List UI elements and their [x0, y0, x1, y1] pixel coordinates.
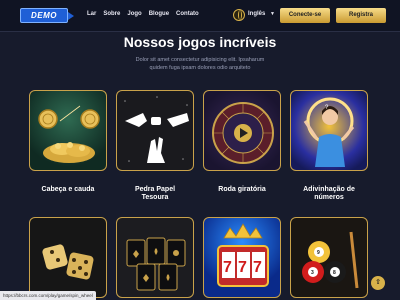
- section-subtitle: Dolor sit amet consectetur adipisicing e…: [110, 57, 290, 72]
- slot-777-icon: 777: [217, 223, 269, 287]
- svg-text:7: 7: [238, 259, 247, 276]
- connect-button[interactable]: Conecte-se: [280, 8, 330, 23]
- game-card-number-guessing[interactable]: ?: [290, 90, 368, 171]
- svg-text:7: 7: [223, 259, 232, 276]
- game-card-slot-777[interactable]: 777: [203, 217, 281, 298]
- hands-icon: [124, 96, 189, 163]
- game-label[interactable]: Adivinhação de números: [286, 186, 372, 202]
- main-nav: Lar Sobre Jogo Blogue Contato: [87, 11, 199, 17]
- svg-text:8: 8: [333, 270, 336, 276]
- coins-icon: [38, 105, 100, 163]
- nav-item-blog[interactable]: Blogue: [149, 11, 169, 17]
- game-card-dice[interactable]: [29, 217, 107, 298]
- top-header: DEMO Lar Sobre Jogo Blogue Contato Inglê…: [0, 0, 400, 32]
- svg-text:3: 3: [311, 270, 314, 276]
- game-label-line: Pedra Papel: [134, 186, 176, 193]
- subtitle-line: Dolor sit amet consectetur adipisicing e…: [135, 57, 265, 63]
- game-card-playing-cards[interactable]: [116, 217, 194, 298]
- status-bar-url: https://bbcrs.com.com/play/game/spin_whe…: [0, 291, 96, 300]
- game-card-heads-tails[interactable]: [29, 90, 107, 171]
- section-title: Nossos jogos incríveis: [123, 34, 277, 50]
- svg-text:9: 9: [317, 250, 320, 256]
- chevron-down-icon[interactable]: ▼: [270, 11, 275, 17]
- globe-icon[interactable]: [233, 9, 245, 21]
- nav-item-contact[interactable]: Contato: [176, 11, 199, 17]
- language-select[interactable]: Inglês: [248, 11, 265, 17]
- cards-icon: [126, 237, 186, 291]
- game-card-billiards[interactable]: 9 3 8: [290, 217, 368, 298]
- nav-item-game[interactable]: Jogo: [127, 11, 141, 17]
- nav-item-about[interactable]: Sobre: [103, 11, 120, 17]
- site-logo[interactable]: DEMO: [20, 8, 74, 23]
- register-button[interactable]: Registra: [336, 8, 386, 23]
- game-label-line: números: [314, 194, 344, 201]
- game-label[interactable]: Cabeça e cauda: [25, 186, 111, 194]
- game-card-rock-paper-scissors[interactable]: [116, 90, 194, 171]
- game-label-line: Adivinhação de: [303, 186, 355, 193]
- wheel-icon: [212, 102, 274, 164]
- game-label[interactable]: Roda giratória: [199, 186, 285, 194]
- billiard-icon: 9 3 8: [302, 231, 359, 289]
- game-label-line: Tesoura: [141, 194, 169, 201]
- svg-text:7: 7: [253, 259, 262, 276]
- person-icon: ?: [303, 97, 355, 167]
- game-card-spin-wheel[interactable]: [203, 90, 281, 171]
- scroll-top-button[interactable]: ⇧: [371, 276, 385, 290]
- nav-item-home[interactable]: Lar: [87, 11, 96, 17]
- subtitle-line: quidem fuga ipsam dolores odio arquiteto: [149, 64, 251, 71]
- game-label[interactable]: Pedra Papel Tesoura: [112, 186, 198, 202]
- dice-icon: [42, 244, 94, 280]
